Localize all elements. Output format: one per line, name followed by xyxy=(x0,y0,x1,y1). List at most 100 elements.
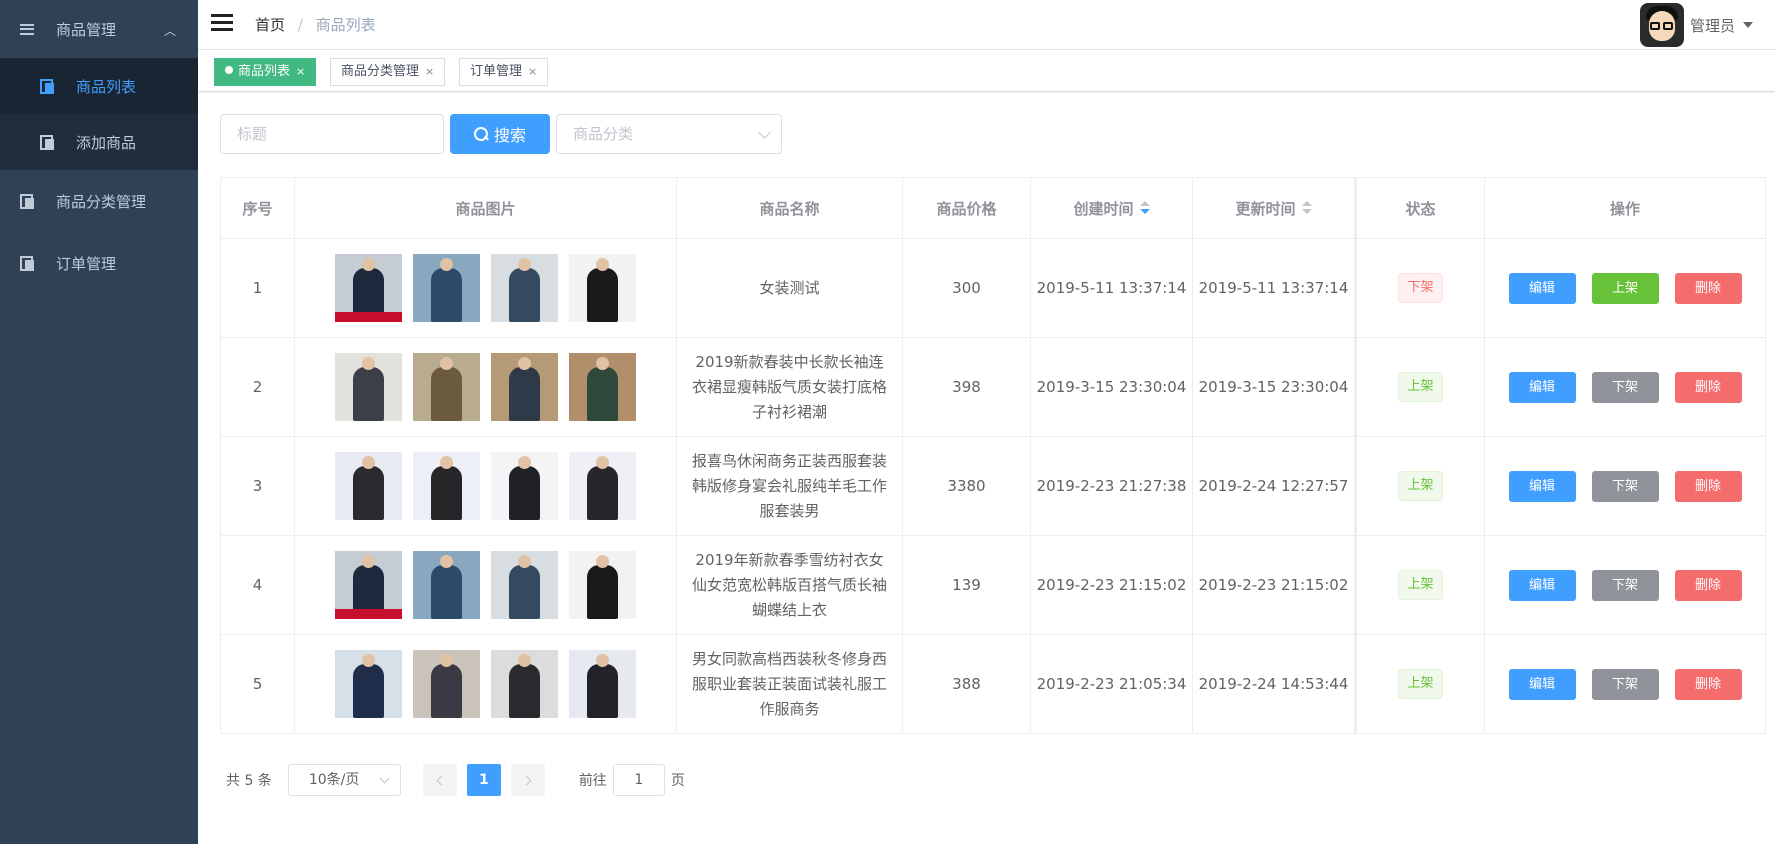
product-thumbnail[interactable] xyxy=(569,551,636,619)
avatar xyxy=(1639,3,1684,47)
close-icon[interactable]: × xyxy=(528,65,537,78)
delete-button[interactable]: 删除 xyxy=(1674,371,1742,403)
edit-button[interactable]: 编辑 xyxy=(1508,371,1576,403)
sidebar-item-category-management[interactable]: 商品分类管理 xyxy=(0,170,198,232)
row-created: 2019-3-15 23:30:04 xyxy=(1031,338,1193,436)
toggle-shelf-button[interactable]: 下架 xyxy=(1591,569,1659,601)
sort-icon[interactable] xyxy=(1139,201,1150,215)
next-page-button[interactable] xyxy=(510,764,545,796)
toggle-shelf-button[interactable]: 下架 xyxy=(1591,470,1659,502)
category-select[interactable]: 商品分类 xyxy=(556,114,782,154)
page-number-current[interactable]: 1 xyxy=(466,764,501,796)
delete-button[interactable]: 删除 xyxy=(1674,668,1742,700)
product-thumbnail[interactable] xyxy=(335,254,402,322)
edit-button[interactable]: 编辑 xyxy=(1508,272,1576,304)
edit-button[interactable]: 编辑 xyxy=(1508,668,1576,700)
product-thumbnail[interactable] xyxy=(569,452,636,520)
row-images xyxy=(295,239,677,337)
list-icon xyxy=(20,22,34,36)
product-thumbnail[interactable] xyxy=(413,452,480,520)
close-icon[interactable]: × xyxy=(296,65,305,78)
row-name: 报喜鸟休闲商务正装西服套装韩版修身宴会礼服纯羊毛工作服套装男 xyxy=(691,451,887,520)
search-icon xyxy=(473,127,488,141)
search-button[interactable]: 搜索 xyxy=(450,114,550,154)
column-header-updated[interactable]: 更新时间 xyxy=(1193,178,1355,238)
row-status-cell: 上架 xyxy=(1355,437,1485,535)
hamburger-icon[interactable] xyxy=(211,14,233,32)
breadcrumb-current: 商品列表 xyxy=(315,16,376,34)
breadcrumb: 首页 / 商品列表 xyxy=(255,14,376,35)
row-index: 2 xyxy=(221,338,295,436)
toggle-shelf-button[interactable]: 下架 xyxy=(1591,371,1659,403)
product-thumbnail[interactable] xyxy=(491,452,558,520)
table-body: 1 女装测试 300 2019-5-11 13:37:14 2019-5-11 13:3… xyxy=(221,239,1765,733)
row-actions: 编辑 上架 删除 xyxy=(1485,239,1765,337)
row-actions: 编辑 下架 删除 xyxy=(1485,338,1765,436)
goto-page-input[interactable]: 1 xyxy=(612,764,665,796)
title-search-input[interactable]: 标题 xyxy=(220,114,444,154)
row-updated: 2019-2-24 14:53:44 xyxy=(1193,635,1355,733)
row-name-cell: 男女同款高档西装秋冬修身西服职业套装正装面试装礼服工作服商务 xyxy=(677,635,903,733)
row-actions: 编辑 下架 删除 xyxy=(1485,635,1765,733)
column-header-label: 创建时间 xyxy=(1073,199,1134,218)
row-updated: 2019-3-15 23:30:04 xyxy=(1193,338,1355,436)
row-price: 3380 xyxy=(903,437,1031,535)
page-size-select[interactable]: 10条/页 xyxy=(287,764,401,796)
tab-category-management[interactable]: 商品分类管理 × xyxy=(330,58,446,86)
sidebar-item-add-goods[interactable]: 添加商品 xyxy=(0,114,198,170)
sidebar-item-goods-management[interactable]: 商品管理 ︿ xyxy=(0,0,198,58)
edit-button[interactable]: 编辑 xyxy=(1508,470,1576,502)
row-name-cell: 报喜鸟休闲商务正装西服套装韩版修身宴会礼服纯羊毛工作服套装男 xyxy=(677,437,903,535)
chevron-down-icon xyxy=(379,773,390,784)
tab-goods-list[interactable]: 商品列表 × xyxy=(214,58,317,86)
product-thumbnail[interactable] xyxy=(413,650,480,718)
product-thumbnail[interactable] xyxy=(491,650,558,718)
product-thumbnail[interactable] xyxy=(491,353,558,421)
row-created: 2019-2-23 21:27:38 xyxy=(1031,437,1193,535)
table-row: 3 报喜鸟休闲商务正装西服套装韩版修身宴会礼服纯羊毛工作服套装男 3380 2019-… xyxy=(221,437,1765,536)
toggle-shelf-button[interactable]: 下架 xyxy=(1591,668,1659,700)
row-index: 4 xyxy=(221,536,295,634)
status-badge: 上架 xyxy=(1398,471,1443,501)
caret-down-icon xyxy=(1743,22,1753,28)
product-thumbnail[interactable] xyxy=(413,254,480,322)
chevron-up-icon: ︿ xyxy=(163,24,176,38)
user-menu[interactable]: 管理员 xyxy=(1639,3,1753,47)
row-name: 2019年新款春季雪纺衬衣女仙女范宽松韩版百搭气质长袖蝴蝶结上衣 xyxy=(691,550,887,619)
tab-label: 商品分类管理 xyxy=(341,64,420,79)
product-thumbnail[interactable] xyxy=(335,650,402,718)
product-thumbnail[interactable] xyxy=(335,353,402,421)
product-thumbnail[interactable] xyxy=(569,650,636,718)
row-index: 3 xyxy=(221,437,295,535)
toggle-shelf-button[interactable]: 上架 xyxy=(1591,272,1659,304)
product-thumbnail[interactable] xyxy=(569,353,636,421)
row-updated: 2019-2-23 21:15:02 xyxy=(1193,536,1355,634)
row-created: 2019-2-23 21:15:02 xyxy=(1031,536,1193,634)
chevron-down-icon xyxy=(758,126,771,139)
product-thumbnail[interactable] xyxy=(491,254,558,322)
sidebar-item-order-management[interactable]: 订单管理 xyxy=(0,232,198,294)
product-thumbnail[interactable] xyxy=(335,551,402,619)
close-icon[interactable]: × xyxy=(425,65,434,78)
pagination-total: 共 5 条 xyxy=(226,773,272,789)
sort-icon[interactable] xyxy=(1301,201,1312,215)
column-header-created[interactable]: 创建时间 xyxy=(1031,178,1193,238)
product-thumbnail[interactable] xyxy=(491,551,558,619)
delete-button[interactable]: 删除 xyxy=(1674,272,1742,304)
sidebar-item-goods-list[interactable]: 商品列表 xyxy=(0,58,198,114)
product-thumbnail[interactable] xyxy=(569,254,636,322)
delete-button[interactable]: 删除 xyxy=(1674,569,1742,601)
edit-button[interactable]: 编辑 xyxy=(1508,569,1576,601)
prev-page-button[interactable] xyxy=(422,764,457,796)
tab-order-management[interactable]: 订单管理 × xyxy=(459,58,549,86)
table-row: 1 女装测试 300 2019-5-11 13:37:14 2019-5-11 13:3… xyxy=(221,239,1765,338)
product-thumbnail[interactable] xyxy=(413,551,480,619)
breadcrumb-home[interactable]: 首页 xyxy=(255,16,285,34)
tags-view: 商品列表 × 商品分类管理 × 订单管理 × xyxy=(198,50,1775,92)
column-header: 序号 xyxy=(221,178,295,238)
product-thumbnail[interactable] xyxy=(335,452,402,520)
user-name: 管理员 xyxy=(1689,16,1735,35)
delete-button[interactable]: 删除 xyxy=(1674,470,1742,502)
product-thumbnail[interactable] xyxy=(413,353,480,421)
top-navbar: 首页 / 商品列表 管理员 xyxy=(198,0,1775,50)
